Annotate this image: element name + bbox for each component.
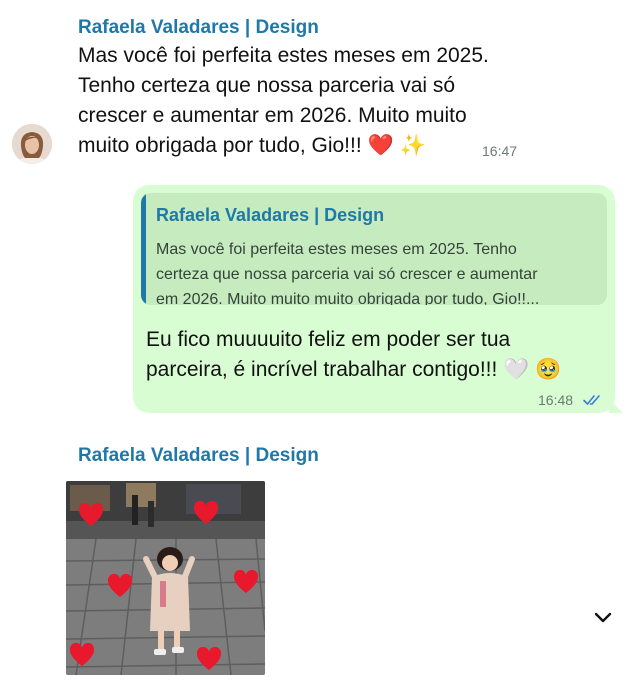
heart-sticker-icon	[233, 570, 259, 593]
photo-sender-name[interactable]: Rafaela Valadares | Design	[78, 445, 319, 467]
double-check-read-icon	[583, 395, 600, 405]
scroll-to-bottom-button[interactable]	[588, 604, 618, 632]
quoted-line: Mas você foi perfeita estes meses em 202…	[156, 241, 517, 258]
message-line: crescer e aumentar em 2026. Muito muito	[78, 104, 467, 127]
quoted-text: Mas você foi perfeita estes meses em 202…	[156, 237, 596, 305]
reply-line: Eu fico muuuuito feliz em poder ser tua	[146, 328, 511, 351]
chat-window: Rafaela Valadares | Design Mas você foi …	[0, 0, 640, 685]
heart-sticker-icon	[107, 574, 133, 597]
heart-sticker-icon	[193, 501, 219, 524]
message-line: Mas você foi perfeita estes meses em 202…	[78, 44, 489, 67]
message-time: 16:47	[482, 143, 518, 159]
message-text[interactable]: Mas você foi perfeita estes meses em 202…	[78, 41, 528, 161]
chevron-down-icon	[594, 612, 612, 623]
message-line: muito obrigada por tudo, Gio!!! ❤️ ✨	[78, 134, 426, 157]
reply-text[interactable]: Eu fico muuuuito feliz em poder ser tua …	[146, 325, 606, 385]
quoted-line: em 2026. Muito muito muito obrigada por …	[156, 291, 540, 305]
quoted-message[interactable]: Rafaela Valadares | Design Mas você foi …	[141, 193, 607, 305]
quote-accent-bar	[141, 193, 146, 305]
quoted-sender-name: Rafaela Valadares | Design	[156, 205, 385, 225]
reply-line: parceira, é incrível trabalhar contigo!!…	[146, 358, 562, 381]
incoming-message-bubble[interactable]: Rafaela Valadares | Design Mas você foi …	[62, 8, 532, 170]
outgoing-message-bubble[interactable]: Rafaela Valadares | Design Mas você foi …	[133, 185, 623, 413]
quoted-line: certeza que nossa parceria vai só cresce…	[156, 266, 538, 283]
sender-name[interactable]: Rafaela Valadares | Design	[78, 17, 319, 39]
sender-avatar[interactable]	[12, 124, 52, 164]
heart-sticker-icon	[78, 503, 104, 526]
bubble-tail	[609, 399, 623, 413]
message-line: Tenho certeza que nossa parceria vai só	[78, 74, 456, 97]
heart-sticker-icon	[69, 643, 95, 666]
heart-sticker-icon	[196, 647, 222, 670]
photo-message-image[interactable]	[66, 481, 265, 675]
reply-time: 16:48	[538, 392, 574, 408]
